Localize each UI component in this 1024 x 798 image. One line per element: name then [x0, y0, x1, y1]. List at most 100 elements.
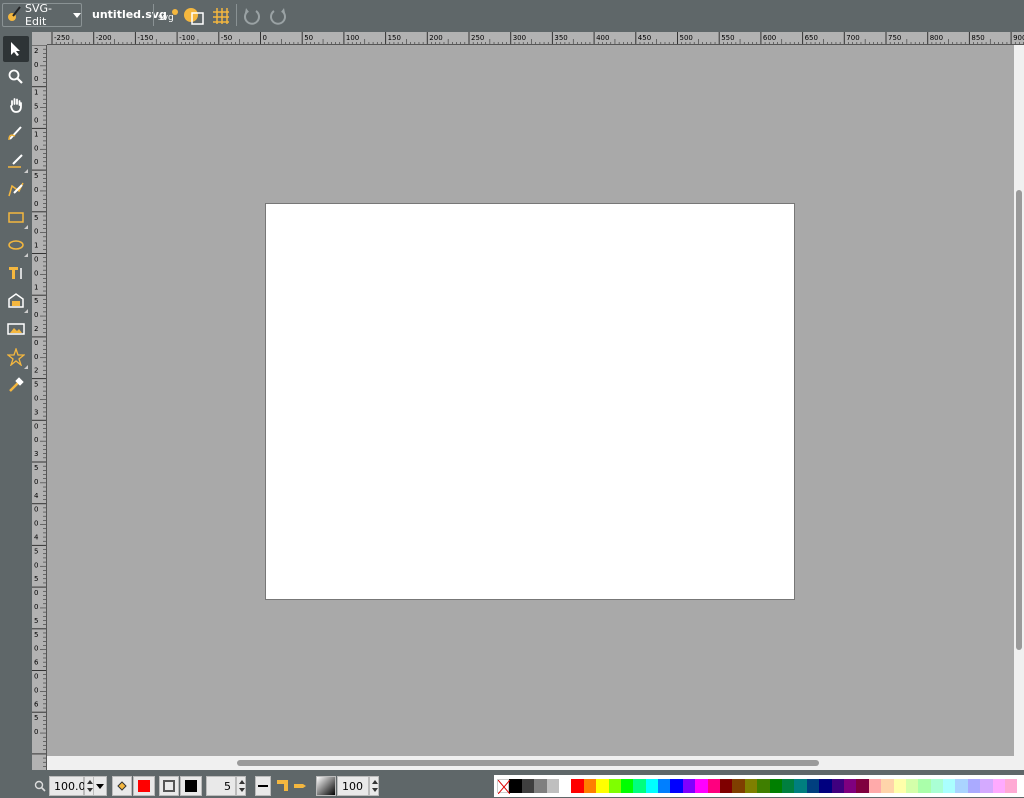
- zoom-input[interactable]: 100.0: [49, 776, 86, 796]
- palette-swatch[interactable]: [806, 779, 820, 793]
- pan-tool[interactable]: [3, 92, 29, 118]
- palette-swatch[interactable]: [831, 779, 844, 793]
- top-toolbar: SVG-Edit untitled.svg svg: [0, 0, 1024, 32]
- ruler-label-digit: 2: [34, 367, 38, 375]
- palette-swatch[interactable]: [521, 779, 535, 793]
- palette-swatch[interactable]: [943, 779, 956, 793]
- palette-swatch[interactable]: [633, 779, 646, 793]
- opacity-input[interactable]: 100: [337, 776, 369, 796]
- horizontal-scrollbar-thumb[interactable]: [237, 760, 819, 766]
- palette-swatch[interactable]: [509, 779, 522, 793]
- eyedropper-icon: [9, 377, 24, 392]
- stroke-paint-button[interactable]: [159, 776, 179, 796]
- vertical-scrollbar-thumb[interactable]: [1016, 190, 1022, 650]
- flyout-indicator: [24, 309, 28, 313]
- palette-swatch[interactable]: [868, 779, 882, 793]
- palette-swatch[interactable]: [967, 779, 981, 793]
- path-tool[interactable]: [3, 176, 29, 202]
- redo-icon[interactable]: [266, 4, 290, 28]
- opacity-stepper[interactable]: [369, 776, 379, 796]
- linejoin-button[interactable]: [274, 776, 290, 796]
- stroke-color-swatch[interactable]: [180, 776, 202, 796]
- horizontal-scrollbar[interactable]: [47, 756, 1014, 770]
- palette-swatch[interactable]: [819, 779, 832, 793]
- select-tool[interactable]: [3, 36, 29, 62]
- chevron-down-icon: [96, 783, 104, 789]
- palette-swatch[interactable]: [794, 779, 807, 793]
- palette-swatch[interactable]: [769, 779, 782, 793]
- wireframe-icon[interactable]: [182, 4, 206, 28]
- ruler-label-digit: 1: [34, 130, 38, 138]
- stroke-style-button[interactable]: [255, 776, 271, 796]
- text-tool[interactable]: [3, 260, 29, 286]
- svg-canvas-page[interactable]: [265, 203, 795, 600]
- linecap-button[interactable]: [292, 776, 308, 796]
- ruler-label-digit: 3: [34, 450, 38, 458]
- text-icon: [9, 267, 22, 279]
- ruler-label: 550: [721, 34, 734, 42]
- palette-swatch[interactable]: [558, 779, 572, 793]
- palette-swatch[interactable]: [707, 779, 721, 793]
- palette-swatch[interactable]: [620, 779, 634, 793]
- star-tool[interactable]: [3, 344, 29, 370]
- fill-color-swatch[interactable]: [133, 776, 155, 796]
- svg-source-icon[interactable]: svg: [156, 4, 180, 28]
- ruler-label: 300: [513, 34, 526, 42]
- path-icon: [8, 182, 24, 197]
- palette-swatch[interactable]: [658, 779, 671, 793]
- palette-swatch[interactable]: [534, 779, 547, 793]
- palette-swatch[interactable]: [596, 779, 609, 793]
- pencil-tool[interactable]: [3, 120, 29, 146]
- ruler-label-digit: 0: [34, 478, 38, 486]
- palette-swatch[interactable]: [980, 779, 993, 793]
- stroke-width-stepper[interactable]: [236, 776, 246, 796]
- ellipse-tool[interactable]: [3, 232, 29, 258]
- palette-swatch[interactable]: [1005, 779, 1018, 793]
- grid-icon[interactable]: [209, 4, 233, 28]
- zoom-dropdown-button[interactable]: [93, 776, 107, 796]
- palette-swatch[interactable]: [670, 779, 683, 793]
- ellipse-icon: [8, 240, 24, 250]
- rect-tool[interactable]: [3, 204, 29, 230]
- palette-swatch[interactable]: [546, 779, 559, 793]
- palette-swatch[interactable]: [893, 779, 906, 793]
- palette-swatch[interactable]: [571, 779, 584, 793]
- eyedropper-tool[interactable]: [3, 372, 29, 398]
- ruler-label-digit: 0: [34, 144, 38, 152]
- stroke-width-input[interactable]: 5: [206, 776, 236, 796]
- palette-swatch[interactable]: [992, 779, 1006, 793]
- palette-swatch[interactable]: [744, 779, 758, 793]
- palette-swatch[interactable]: [930, 779, 944, 793]
- canvas-workarea[interactable]: [47, 45, 1014, 756]
- palette-swatch[interactable]: [608, 779, 621, 793]
- undo-icon[interactable]: [240, 4, 264, 28]
- palette-swatch[interactable]: [881, 779, 894, 793]
- no-color-swatch[interactable]: [497, 779, 510, 794]
- palette-swatch[interactable]: [905, 779, 919, 793]
- palette-swatch[interactable]: [856, 779, 869, 793]
- image-tool[interactable]: [3, 288, 29, 314]
- palette-swatch[interactable]: [645, 779, 659, 793]
- palette-swatch[interactable]: [720, 779, 733, 793]
- library-tool[interactable]: [3, 316, 29, 342]
- app-menu-button[interactable]: SVG-Edit: [2, 2, 82, 28]
- palette-swatch[interactable]: [918, 779, 931, 793]
- ruler-label-digit: 6: [34, 700, 39, 708]
- zoom-tool[interactable]: [3, 64, 29, 90]
- linejoin-icon: [277, 780, 288, 791]
- palette-swatch[interactable]: [781, 779, 795, 793]
- palette-swatch[interactable]: [682, 779, 696, 793]
- ruler-label-digit: 0: [34, 395, 38, 403]
- palette-swatch[interactable]: [757, 779, 770, 793]
- flyout-indicator: [24, 225, 28, 229]
- palette-swatch[interactable]: [583, 779, 597, 793]
- ruler-label-digit: 5: [34, 464, 38, 472]
- palette-swatch[interactable]: [732, 779, 745, 793]
- palette-swatch[interactable]: [955, 779, 968, 793]
- opacity-gradient-button[interactable]: [316, 776, 336, 796]
- palette-swatch[interactable]: [843, 779, 857, 793]
- vertical-scrollbar[interactable]: [1014, 45, 1024, 770]
- palette-swatch[interactable]: [695, 779, 708, 793]
- fill-paint-button[interactable]: [112, 776, 132, 796]
- line-tool[interactable]: [3, 148, 29, 174]
